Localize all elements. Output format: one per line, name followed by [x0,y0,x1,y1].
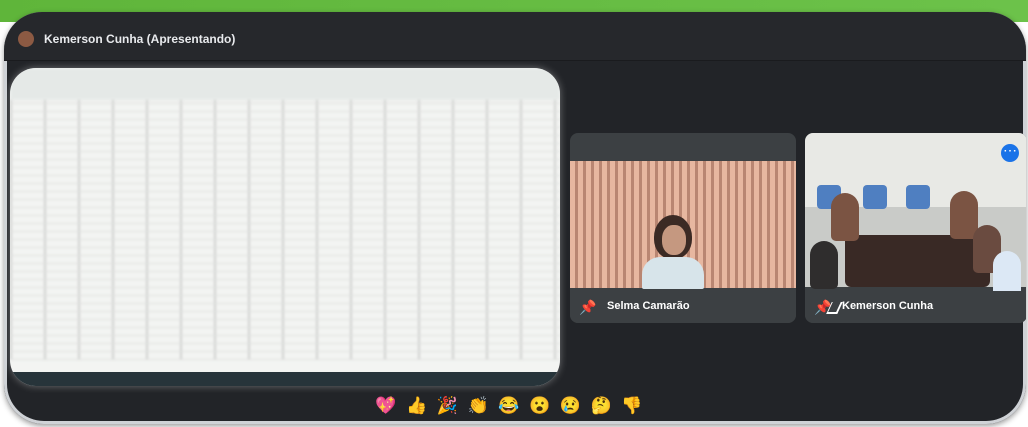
participant-name: Selma Camarão [607,300,690,312]
thumbs-down-reaction-icon[interactable]: 👎 [621,396,643,416]
participant-label: 📌 Selma Camarão [570,291,796,323]
participant-tile-kemerson[interactable]: ⋯ 📌 Kemerson Cunha [805,133,1026,323]
heart-reaction-icon[interactable]: 💖 [375,396,397,416]
more-options-button[interactable]: ⋯ [1001,143,1019,162]
pin-icon[interactable]: 📌 [579,298,596,316]
meeting-table [845,235,990,287]
chair-icon [906,185,930,209]
surprised-reaction-icon[interactable]: 😮 [529,396,551,416]
party-reaction-icon[interactable]: 🎉 [437,396,459,416]
thinking-reaction-icon[interactable]: 🤔 [590,396,612,416]
participant-tile-selma[interactable]: 📌 Selma Camarão [570,133,796,323]
shared-screen[interactable] [10,68,560,386]
spreadsheet-grid [10,100,560,360]
meeting-window: Kemerson Cunha (Apresentando) 📌 Selma Ca… [4,12,1026,424]
chair-icon [863,185,887,209]
meeting-participant [810,241,838,289]
participant-face [662,225,686,255]
meeting-participant [831,193,859,241]
clap-reaction-icon[interactable]: 👏 [467,396,489,416]
laugh-reaction-icon[interactable]: 😂 [498,396,520,416]
participant-shirt [642,257,704,289]
presentation-header: Kemerson Cunha (Apresentando) [4,12,1026,61]
spreadsheet-toolbar [10,68,560,100]
windows-taskbar [10,372,560,386]
participant-name: Kemerson Cunha [842,300,934,312]
sad-reaction-icon[interactable]: 😢 [560,396,582,416]
thumbs-up-reaction-icon[interactable]: 👍 [406,396,428,416]
presenter-label: Kemerson Cunha (Apresentando) [44,32,236,46]
reaction-bar: 💖 👍 🎉 👏 😂 😮 😢 🤔 👎 [375,396,643,416]
participant-label: 📌 Kemerson Cunha [805,291,1026,323]
pin-icon[interactable]: 📌 [814,298,831,316]
presenter-avatar [18,31,34,47]
